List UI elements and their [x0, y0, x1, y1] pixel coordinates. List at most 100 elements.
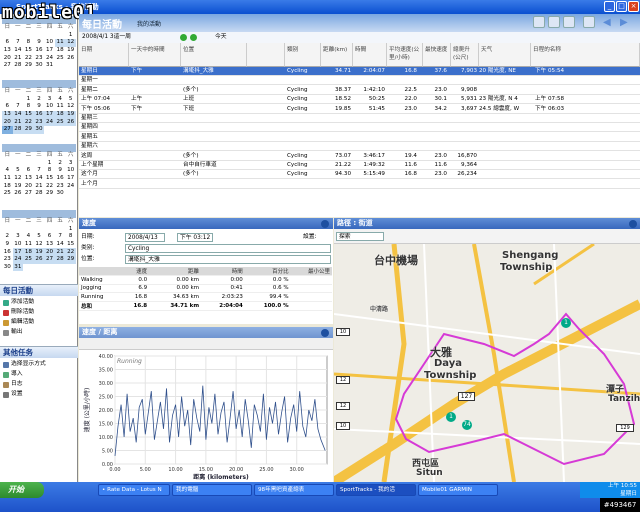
calendar-day[interactable]: 6	[2, 103, 13, 111]
calendar-day[interactable]: 11	[54, 39, 66, 47]
daily-activity-header[interactable]: 每日活動	[0, 284, 78, 296]
calendar-day[interactable]: 21	[13, 54, 24, 62]
category-select[interactable]: Cycling	[125, 244, 331, 253]
calendar-day[interactable]: 2	[2, 233, 13, 241]
calendar-day[interactable]: 27	[2, 125, 13, 134]
calendar-day[interactable]: 15	[23, 47, 34, 55]
zone-row[interactable]: Running 16.8 34.63 km 2:03:23 99.4 %	[79, 292, 332, 302]
column-header[interactable]: 平均速度(公里/小時)	[387, 43, 423, 67]
taskbar-excel[interactable]: 98年黑吧資產總表	[254, 484, 334, 496]
table-row[interactable]: 上午 07:04 上午 上班 Cycling 18.52 50:25 22.0 30.1 5,9…	[79, 95, 640, 105]
calendar-day[interactable]: 14	[55, 241, 66, 249]
chart-panel-menu-icon[interactable]	[321, 329, 329, 337]
column-header[interactable]: 位置	[181, 43, 247, 67]
calendar-day[interactable]: 31	[12, 263, 24, 272]
calendar-day[interactable]: 7	[13, 39, 24, 47]
calendar-view-icon[interactable]	[533, 16, 545, 28]
calendar-day[interactable]: 7	[55, 233, 66, 241]
start-button[interactable]: 开始	[0, 482, 44, 498]
calendar-day[interactable]: 12	[13, 175, 24, 183]
calendar-day[interactable]: 10	[13, 241, 24, 249]
calendar-day[interactable]: 20	[44, 248, 55, 256]
column-header[interactable]: 一天中的時間	[129, 43, 181, 67]
calendar-day[interactable]: 17	[65, 175, 76, 183]
calendar-day[interactable]: 29	[65, 255, 76, 264]
month-header[interactable]	[2, 144, 76, 152]
calendar-day[interactable]: 21	[34, 182, 45, 190]
calendar-day[interactable]: 3	[13, 233, 24, 241]
calendar-day[interactable]: 12	[65, 39, 76, 47]
import-link[interactable]: 導入	[3, 370, 77, 379]
calendar-day[interactable]: 1	[65, 32, 76, 40]
calendar-day[interactable]: 19	[33, 248, 45, 256]
calendar-day[interactable]: 27	[23, 190, 34, 198]
other-tasks-header[interactable]: 其他任务	[0, 346, 78, 358]
route-map[interactable]: 台中機場 Shengang Township 大雅 Daya Township …	[334, 244, 640, 482]
table-row[interactable]: 这周 (多个) Cycling 73.07 3:46:17 19.4 23.0 16,870	[79, 152, 640, 161]
calendar-day[interactable]: 28	[34, 190, 45, 198]
calendar-day[interactable]: 20	[2, 54, 13, 62]
calendar-day[interactable]: 4	[55, 96, 66, 104]
calendar-day[interactable]: 17	[44, 110, 55, 119]
column-header[interactable]	[247, 43, 285, 67]
calendar-day[interactable]: 30	[55, 190, 66, 198]
map-panel-menu-icon[interactable]	[629, 220, 637, 228]
calendar-day[interactable]: 20	[23, 182, 34, 190]
table-row[interactable]: 星期三	[79, 114, 640, 123]
calendar-day[interactable]: 8	[65, 233, 76, 241]
calendar-day[interactable]: 16	[34, 47, 45, 55]
calendar-day[interactable]: 14	[13, 47, 24, 55]
today-button[interactable]: 今天	[215, 32, 227, 43]
calendar-day[interactable]: 8	[44, 167, 55, 175]
calendar-day[interactable]: 15	[23, 110, 34, 119]
calendar-day[interactable]: 26	[65, 118, 76, 126]
calendar-day[interactable]: 4	[23, 233, 34, 241]
calendar-day[interactable]: 24	[65, 182, 76, 190]
calendar-day[interactable]: 14	[12, 110, 24, 119]
back-arrow-icon[interactable]: ◀	[603, 17, 611, 28]
calendar-day[interactable]: 11	[23, 241, 34, 249]
calendar-day[interactable]: 11	[55, 103, 66, 111]
taskbar-sporttracks[interactable]: SportTracks - 我的活	[336, 484, 416, 496]
calendar-day[interactable]: 29	[44, 190, 55, 198]
calendar-day[interactable]: 7	[13, 103, 24, 111]
calendar-day[interactable]: 22	[23, 118, 34, 126]
location-field[interactable]: 溝墘抖_大雅	[125, 255, 331, 264]
calendar-day[interactable]: 7	[34, 167, 45, 175]
calendar-day[interactable]: 13	[44, 241, 55, 249]
close-button[interactable]: ×	[628, 1, 639, 12]
calendar-day[interactable]: 16	[33, 110, 45, 119]
column-header[interactable]: 日期	[79, 43, 129, 67]
month-header[interactable]	[2, 80, 76, 88]
calendar-day[interactable]: 10	[44, 103, 55, 111]
calendar-day[interactable]: 27	[44, 255, 55, 264]
prev-period-icon[interactable]	[180, 34, 187, 41]
column-header[interactable]: 天气	[479, 43, 531, 67]
column-header[interactable]: 最快速度	[423, 43, 451, 67]
calendar-day[interactable]: 22	[23, 54, 34, 62]
calendar-day[interactable]: 15	[65, 241, 76, 249]
calendar-day[interactable]: 13	[23, 175, 34, 183]
calendar-day[interactable]: 25	[2, 190, 13, 198]
calendar-day[interactable]: 28	[13, 62, 24, 70]
calendar-day[interactable]: 16	[2, 248, 13, 256]
calendar-day[interactable]: 21	[12, 118, 24, 126]
calendar-day[interactable]: 19	[65, 47, 76, 55]
taskbar-lotus[interactable]: • Rate Data - Lotus N	[98, 484, 170, 496]
column-header[interactable]: 類别	[285, 43, 321, 67]
calendar-day[interactable]: 30	[2, 264, 13, 272]
add-activity-link[interactable]: 添加活動	[3, 298, 77, 307]
calendar-day[interactable]: 27	[2, 62, 13, 70]
maximize-button[interactable]: □	[616, 1, 627, 12]
calendar-day[interactable]: 31	[44, 62, 55, 70]
column-header[interactable]: 距離(km)	[321, 43, 353, 67]
calendar-day[interactable]: 23	[33, 118, 45, 126]
zone-column-header[interactable]: 距離	[149, 267, 202, 277]
calendar-day[interactable]: 30	[33, 125, 45, 134]
equipment-icon[interactable]	[548, 16, 560, 28]
table-row[interactable]: 星期六	[79, 142, 640, 152]
calendar-day[interactable]: 3	[65, 160, 76, 168]
table-row[interactable]: 这个月 (多个) Cycling 94.30 5:15:49 16.8 23.0 26,234	[79, 170, 640, 180]
calendar-day[interactable]: 23	[55, 182, 66, 190]
next-period-icon[interactable]	[190, 34, 197, 41]
